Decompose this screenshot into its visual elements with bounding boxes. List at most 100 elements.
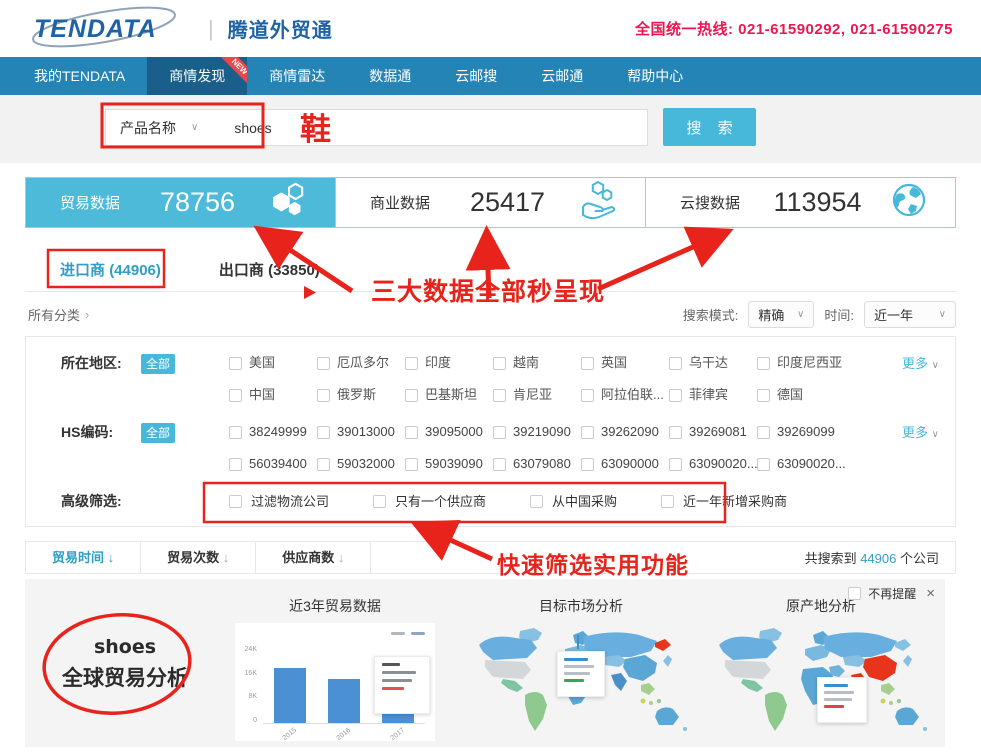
analysis-badge-area: shoes 全球贸易分析	[25, 596, 235, 743]
checkbox[interactable]	[669, 458, 682, 471]
region-option[interactable]: 肯尼亚	[493, 385, 581, 405]
checkbox[interactable]	[581, 389, 594, 402]
nav-item-cloud-mail[interactable]: 云邮通	[519, 57, 605, 95]
checkbox[interactable]	[581, 426, 594, 439]
region-option[interactable]: 德国	[757, 385, 845, 405]
tab-importers[interactable]: 进口商 (44906)	[60, 259, 161, 280]
card-business-data[interactable]: 商业数据 25417	[335, 178, 645, 227]
region-option[interactable]: 印度尼西亚	[757, 353, 845, 373]
checkbox[interactable]	[405, 426, 418, 439]
checkbox[interactable]	[493, 389, 506, 402]
checkbox[interactable]	[317, 426, 330, 439]
hs-option[interactable]: 59039090	[405, 454, 493, 474]
region-more-link[interactable]: 更多 ∨	[902, 353, 939, 405]
hs-more-link[interactable]: 更多 ∨	[902, 422, 939, 474]
close-icon[interactable]: ×	[926, 588, 935, 600]
checkbox[interactable]	[581, 458, 594, 471]
checkbox[interactable]	[229, 357, 242, 370]
checkbox[interactable]	[405, 357, 418, 370]
checkbox[interactable]	[757, 458, 770, 471]
nav-item-business-discovery[interactable]: 商情发现 NEW	[147, 57, 247, 95]
hs-option[interactable]: 39269081	[669, 422, 757, 442]
region-option[interactable]: 越南	[493, 353, 581, 373]
checkbox[interactable]	[493, 458, 506, 471]
hotline-label: 全国统一热线:	[635, 21, 734, 38]
checkbox[interactable]	[373, 495, 386, 508]
region-option[interactable]: 印度	[405, 353, 493, 373]
nav-item-data-pass[interactable]: 数据通	[347, 57, 433, 95]
hs-option[interactable]: 63090020...	[669, 454, 757, 474]
card-label: 云搜数据	[646, 192, 746, 213]
hs-option[interactable]: 39269099	[757, 422, 845, 442]
checkbox[interactable]	[848, 587, 861, 600]
region-option[interactable]: 英国	[581, 353, 669, 373]
region-option[interactable]: 美国	[229, 353, 317, 373]
nav-item-cloud-mail-search[interactable]: 云邮搜	[433, 57, 519, 95]
checkbox[interactable]	[317, 458, 330, 471]
checkbox[interactable]	[493, 357, 506, 370]
hs-option[interactable]: 56039400	[229, 454, 317, 474]
checkbox[interactable]	[405, 458, 418, 471]
time-range-select[interactable]: 近一年 ∨	[864, 301, 956, 328]
advanced-option-buy-from-china[interactable]: 从中国采购	[530, 491, 617, 512]
card-trade-data[interactable]: 贸易数据 78756	[26, 178, 335, 227]
region-option[interactable]: 菲律宾	[669, 385, 757, 405]
region-option[interactable]: 俄罗斯	[317, 385, 405, 405]
nav-item-help-center[interactable]: 帮助中心	[605, 57, 705, 95]
tab-exporters[interactable]: 出口商 (33850)	[219, 259, 320, 280]
hs-option[interactable]: 59032000	[317, 454, 405, 474]
search-input[interactable]	[208, 120, 538, 136]
filter-group-advanced: 高级筛选: 过滤物流公司 只有一个供应商 从中国采购 近一年新增采购商	[26, 491, 955, 512]
hs-option[interactable]: 39219090	[493, 422, 581, 442]
region-option[interactable]: 阿拉伯联...	[581, 385, 669, 405]
checkbox[interactable]	[229, 426, 242, 439]
advanced-option-filter-logistics[interactable]: 过滤物流公司	[229, 491, 329, 512]
checkbox[interactable]	[530, 495, 543, 508]
search-button[interactable]: 搜 索	[663, 108, 756, 146]
checkbox[interactable]	[669, 389, 682, 402]
checkbox[interactable]	[317, 357, 330, 370]
checkbox[interactable]	[661, 495, 674, 508]
nav-item-business-radar[interactable]: 商情雷达	[247, 57, 347, 95]
search-category-dropdown[interactable]: 产品名称 ∨	[106, 118, 208, 138]
checkbox[interactable]	[757, 357, 770, 370]
checkbox[interactable]	[669, 426, 682, 439]
advanced-option-single-supplier[interactable]: 只有一个供应商	[373, 491, 486, 512]
hs-option[interactable]: 39095000	[405, 422, 493, 442]
sort-trade-count[interactable]: 贸易次数 ↓	[141, 542, 256, 573]
logo[interactable]: TENDATA | 腾道外贸通	[26, 6, 333, 52]
advanced-option-new-buyers[interactable]: 近一年新增采购商	[661, 491, 787, 512]
sort-down-icon: ↓	[338, 550, 345, 565]
checkbox[interactable]	[757, 426, 770, 439]
all-categories-link[interactable]: 所有分类	[28, 305, 80, 324]
checkbox[interactable]	[757, 389, 770, 402]
checkbox[interactable]	[229, 389, 242, 402]
target-market-world-map	[465, 623, 697, 743]
checkbox[interactable]	[493, 426, 506, 439]
hs-option[interactable]: 39013000	[317, 422, 405, 442]
card-value: 78756	[126, 187, 269, 218]
hs-all-badge[interactable]: 全部	[141, 423, 175, 443]
checkbox[interactable]	[581, 357, 594, 370]
hs-option[interactable]: 39262090	[581, 422, 669, 442]
checkbox[interactable]	[317, 389, 330, 402]
region-all-badge[interactable]: 全部	[141, 354, 175, 374]
card-cloud-search-data[interactable]: 云搜数据 113954	[645, 178, 955, 227]
checkbox[interactable]	[669, 357, 682, 370]
hs-option[interactable]: 63079080	[493, 454, 581, 474]
checkbox[interactable]	[229, 458, 242, 471]
region-option[interactable]: 乌干达	[669, 353, 757, 373]
hs-option[interactable]: 63090020...	[757, 454, 845, 474]
nav-item-my-tendata[interactable]: 我的TENDATA	[12, 57, 147, 95]
search-mode-select[interactable]: 精确 ∨	[748, 301, 814, 328]
sort-trade-time[interactable]: 贸易时间 ↓	[26, 542, 141, 573]
chevron-down-icon: ∨	[191, 122, 198, 133]
region-option[interactable]: 巴基斯坦	[405, 385, 493, 405]
checkbox[interactable]	[405, 389, 418, 402]
region-option[interactable]: 厄瓜多尔	[317, 353, 405, 373]
hs-option[interactable]: 63090000	[581, 454, 669, 474]
checkbox[interactable]	[229, 495, 242, 508]
region-option[interactable]: 中国	[229, 385, 317, 405]
sort-supplier-count[interactable]: 供应商数 ↓	[256, 542, 371, 573]
hs-option[interactable]: 38249999	[229, 422, 317, 442]
